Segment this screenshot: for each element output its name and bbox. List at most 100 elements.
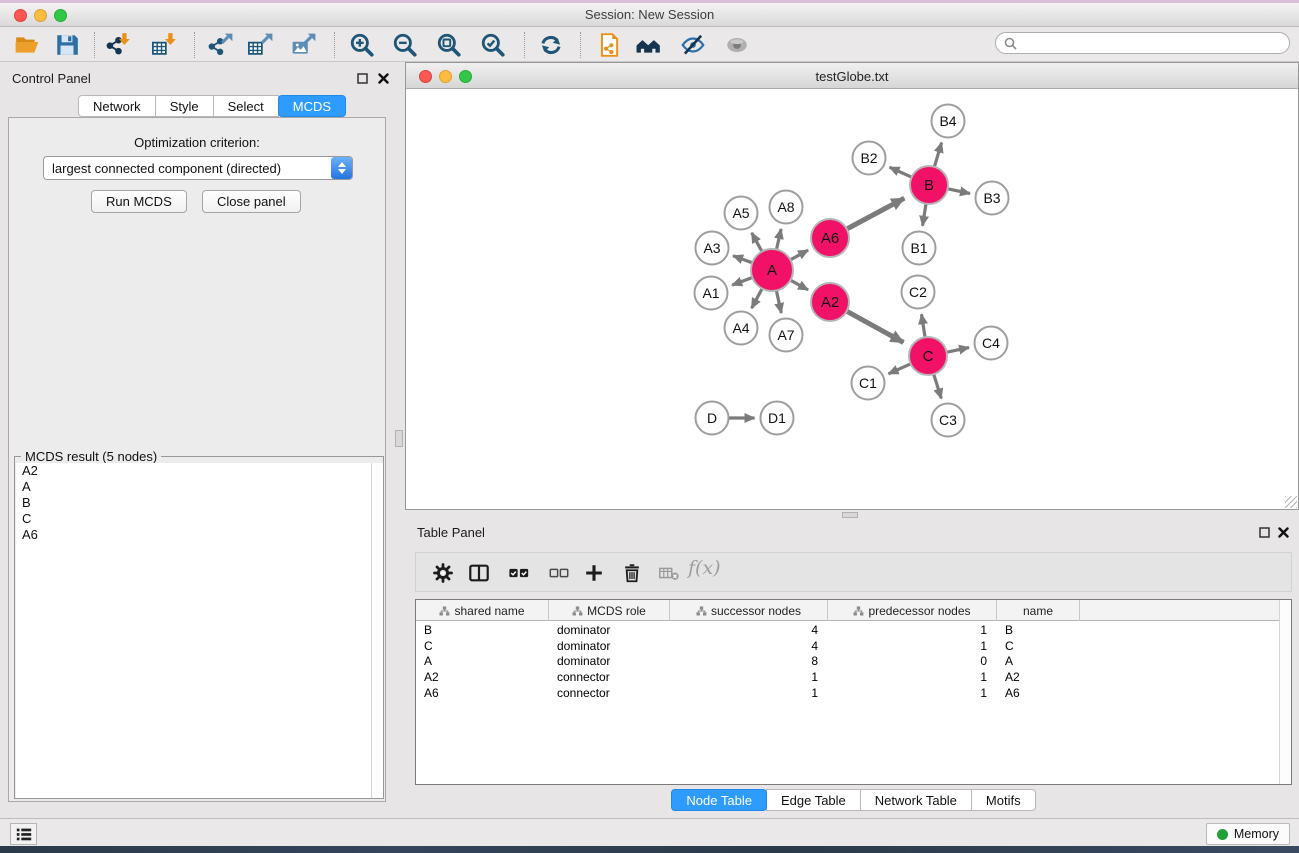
window-resize-grip[interactable] <box>1285 496 1297 508</box>
graph-edge-B-B4[interactable] <box>934 143 942 168</box>
export-image-button[interactable] <box>289 30 319 60</box>
tab-motifs[interactable]: Motifs <box>971 789 1036 811</box>
graph-edge-A-A4[interactable] <box>752 288 763 309</box>
unselect-all-columns-button[interactable] <box>545 559 573 587</box>
table-cell[interactable]: 4 <box>670 622 828 638</box>
graph-edge-A-A7[interactable] <box>776 290 781 313</box>
table-cell[interactable]: 1 <box>670 669 828 685</box>
table-cell[interactable]: A6 <box>416 685 549 701</box>
table-cell[interactable]: 1 <box>828 669 997 685</box>
mcds-list-scrollbar[interactable] <box>371 463 383 798</box>
tab-select[interactable]: Select <box>213 95 279 117</box>
table-cell[interactable]: 1 <box>828 685 997 701</box>
graph-edge-A2-C[interactable] <box>846 311 904 343</box>
float-panel-icon[interactable] <box>356 72 369 85</box>
tab-network-table[interactable]: Network Table <box>860 789 972 811</box>
mcds-result-item[interactable]: A6 <box>16 527 383 543</box>
tab-node-table[interactable]: Node Table <box>671 789 767 811</box>
network-canvas[interactable]: B4B2BB3A8A5A6A3B1AA1C2A2A4A7C4CC1C3DD1 <box>406 89 1298 509</box>
table-cell[interactable]: A2 <box>997 669 1080 685</box>
column-header-shared-name[interactable]: shared name <box>416 600 549 621</box>
graph-edge-C-C3[interactable] <box>933 373 941 398</box>
save-session-button[interactable] <box>52 30 82 60</box>
mcds-result-item[interactable]: A2 <box>16 463 383 479</box>
mcds-result-item[interactable]: B <box>16 495 383 511</box>
graph-edge-C-C2[interactable] <box>922 314 926 338</box>
table-cell[interactable]: B <box>416 622 549 638</box>
graph-edge-A-A1[interactable] <box>732 277 753 285</box>
zoom-in-button[interactable] <box>347 30 377 60</box>
close-table-panel-icon[interactable] <box>1277 526 1290 539</box>
table-cell[interactable]: 1 <box>828 638 997 654</box>
graph-edge-A-A5[interactable] <box>752 233 763 253</box>
graph-edge-A-A3[interactable] <box>733 256 753 263</box>
graph-edge-A-A8[interactable] <box>776 229 781 251</box>
zoom-selected-button[interactable] <box>478 30 508 60</box>
delete-table-button[interactable] <box>655 559 683 587</box>
settings-gear-button[interactable] <box>429 559 457 587</box>
export-network-button[interactable] <box>206 30 236 60</box>
function-builder-button[interactable]: f(x) <box>688 557 721 579</box>
table-cell[interactable]: C <box>997 638 1080 654</box>
hide-selected-button[interactable] <box>678 30 708 60</box>
table-cell[interactable]: A <box>997 653 1080 669</box>
refresh-button[interactable] <box>536 30 566 60</box>
run-mcds-button[interactable]: Run MCDS <box>91 190 187 213</box>
column-view-button[interactable] <box>465 559 493 587</box>
delete-column-button[interactable] <box>618 559 646 587</box>
graph-edge-A-A2[interactable] <box>790 280 809 290</box>
graph-edge-A6-B[interactable] <box>846 198 904 229</box>
table-cell[interactable]: 4 <box>670 638 828 654</box>
horizontal-split-handle[interactable] <box>842 512 858 518</box>
vertical-split-handle[interactable] <box>395 430 403 447</box>
graph-edge-A-A6[interactable] <box>790 250 809 260</box>
zoom-fit-button[interactable] <box>434 30 464 60</box>
tab-mcds[interactable]: MCDS <box>278 95 346 117</box>
table-cell[interactable]: dominator <box>549 638 670 654</box>
close-panel-icon[interactable] <box>377 72 390 85</box>
table-cell[interactable]: connector <box>549 685 670 701</box>
search-input[interactable] <box>1022 35 1289 51</box>
column-header-predecessor-nodes[interactable]: predecessor nodes <box>828 600 997 621</box>
graph-edge-C-C4[interactable] <box>946 348 969 353</box>
table-cell[interactable]: dominator <box>549 653 670 669</box>
table-cell[interactable]: C <box>416 638 549 654</box>
export-table-button[interactable] <box>246 30 276 60</box>
tab-edge-table[interactable]: Edge Table <box>766 789 861 811</box>
table-cell[interactable]: connector <box>549 669 670 685</box>
table-cell[interactable]: dominator <box>549 622 670 638</box>
column-header-mcds-role[interactable]: MCDS role <box>549 600 670 621</box>
column-header-successor-nodes[interactable]: successor nodes <box>670 600 828 621</box>
graph-edge-B-B3[interactable] <box>947 189 970 194</box>
tab-network[interactable]: Network <box>78 95 156 117</box>
close-panel-button[interactable]: Close panel <box>202 190 301 213</box>
column-header-name[interactable]: name <box>997 600 1080 621</box>
mcds-result-item[interactable]: A <box>16 479 383 495</box>
open-session-button[interactable] <box>12 30 42 60</box>
tab-style[interactable]: Style <box>155 95 214 117</box>
table-cell[interactable]: 0 <box>828 653 997 669</box>
browser-button[interactable] <box>634 30 664 60</box>
zoom-out-button[interactable] <box>390 30 420 60</box>
add-column-button[interactable] <box>580 559 608 587</box>
show-eye-button[interactable] <box>722 30 752 60</box>
table-cell[interactable]: A2 <box>416 669 549 685</box>
criterion-dropdown[interactable]: largest connected component (directed) <box>43 156 353 180</box>
table-scrollbar[interactable] <box>1279 600 1291 784</box>
table-cell[interactable]: 1 <box>670 685 828 701</box>
search-field[interactable] <box>995 32 1290 54</box>
graph-edge-B-B2[interactable] <box>890 167 913 177</box>
select-all-columns-button[interactable] <box>505 559 533 587</box>
mcds-result-item[interactable]: C <box>16 511 383 527</box>
graph-edge-C-C1[interactable] <box>889 363 912 373</box>
import-table-button[interactable] <box>150 30 180 60</box>
memory-button[interactable]: Memory <box>1206 823 1290 845</box>
graph-edge-B-B1[interactable] <box>923 203 927 226</box>
task-history-button[interactable] <box>10 823 37 845</box>
table-cell[interactable]: A <box>416 653 549 669</box>
float-table-panel-icon[interactable] <box>1258 526 1271 539</box>
new-network-from-selection-button[interactable] <box>594 30 624 60</box>
table-cell[interactable]: 8 <box>670 653 828 669</box>
table-cell[interactable]: A6 <box>997 685 1080 701</box>
table-cell[interactable]: 1 <box>828 622 997 638</box>
